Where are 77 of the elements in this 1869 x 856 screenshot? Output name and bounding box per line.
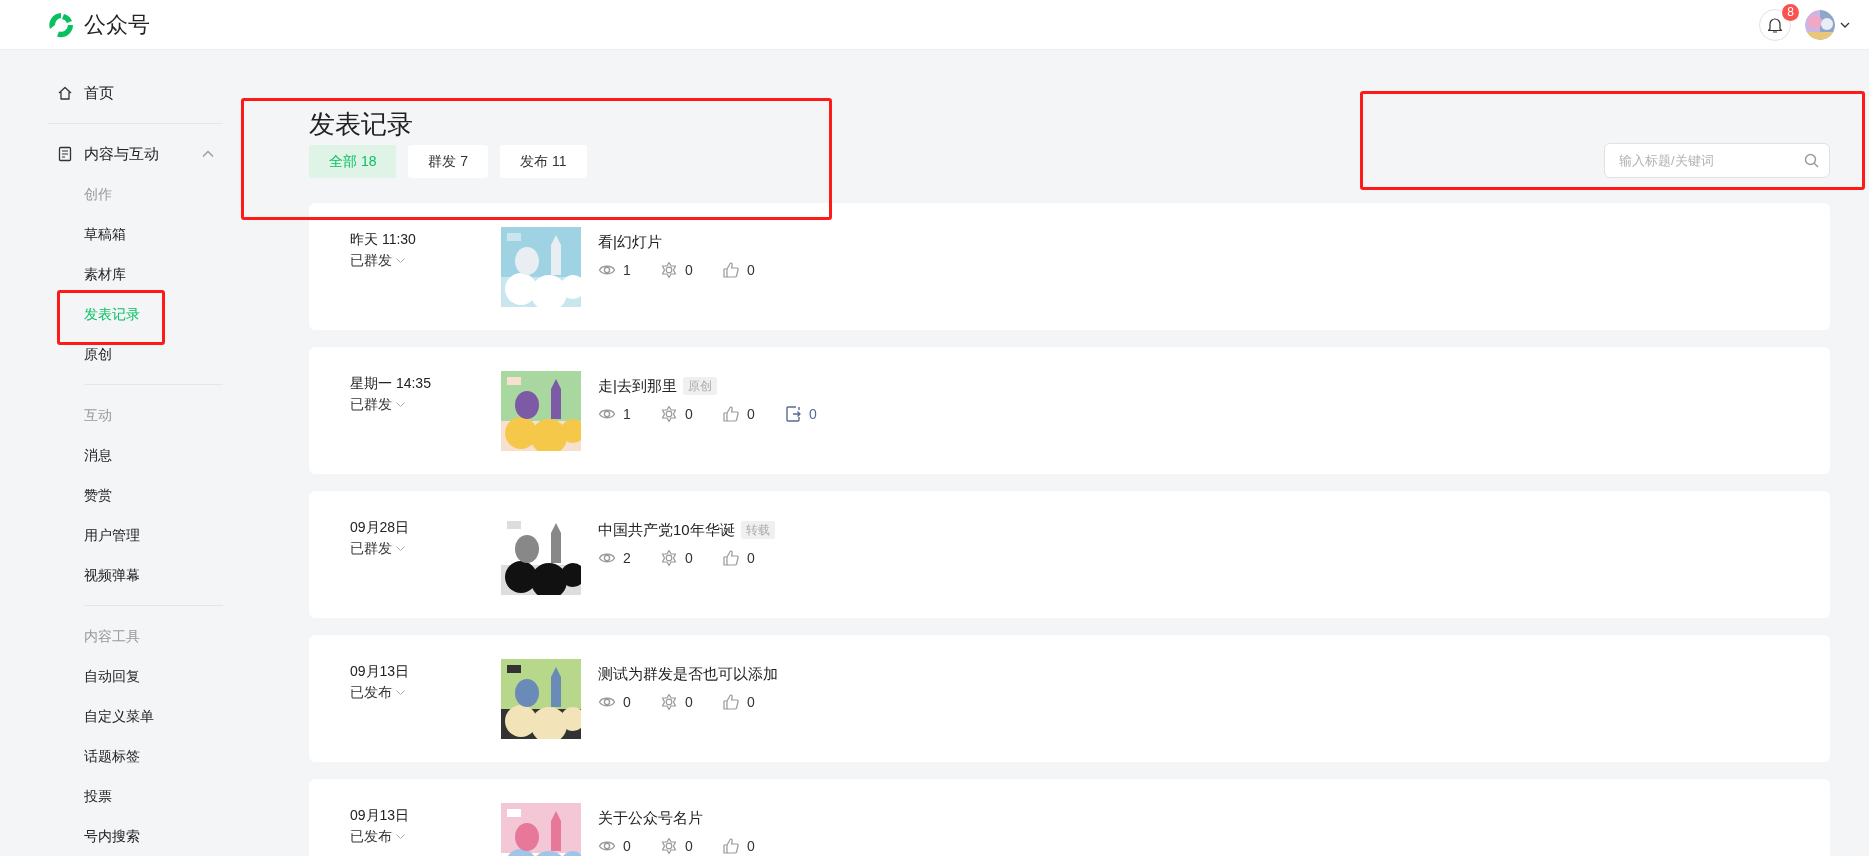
stat-count: 0 <box>685 262 693 278</box>
post-time: 09月13日 <box>350 806 411 825</box>
search-icon[interactable] <box>1804 153 1819 168</box>
status-dropdown[interactable]: 已群发 <box>350 249 406 271</box>
post-card[interactable]: 09月13日 已发布 关于公众号名片 0 0 0 <box>309 779 1830 856</box>
post-card[interactable]: 09月13日 已发布 测试为群发是否也可以添加 0 0 0 <box>309 635 1830 762</box>
share-icon <box>784 405 802 423</box>
brand-name: 公众号 <box>84 10 150 39</box>
post-time: 09月28日 <box>350 518 411 537</box>
status-dropdown[interactable]: 已群发 <box>350 393 406 415</box>
flower-icon <box>660 405 678 423</box>
status-dropdown[interactable]: 已群发 <box>350 537 406 559</box>
document-icon <box>57 146 73 162</box>
flower-icon <box>660 261 678 279</box>
thumbs-up-icon <box>722 837 740 855</box>
stat-count: 0 <box>685 406 693 422</box>
post-time: 09月13日 <box>350 662 411 681</box>
nav-item[interactable]: 自定义菜单 <box>48 696 223 736</box>
post-title[interactable]: 测试为群发是否也可以添加 <box>598 664 778 684</box>
nav-item[interactable]: 话题标签 <box>48 736 223 776</box>
filter-tab[interactable]: 发布 11 <box>500 145 587 178</box>
post-title[interactable]: 看|幻灯片 <box>598 232 662 252</box>
stat-count: 1 <box>623 262 631 278</box>
post-title[interactable]: 关于公众号名片 <box>598 808 703 828</box>
status-dropdown[interactable]: 已发布 <box>350 825 406 847</box>
section-title: 互动 <box>83 406 113 425</box>
nav-item[interactable]: 草稿箱 <box>48 214 223 254</box>
notification-badge: 8 <box>1782 3 1799 21</box>
thumbs-up-icon <box>722 405 740 423</box>
post-time: 昨天 11:30 <box>350 230 417 249</box>
nav-item[interactable]: 赞赏 <box>48 475 223 515</box>
thumbs-up-icon <box>722 693 740 711</box>
post-title[interactable]: 中国共产党10年华诞 <box>598 520 735 540</box>
stat-count: 0 <box>623 694 631 710</box>
status-dropdown[interactable]: 已发布 <box>350 681 406 703</box>
stat-count: 2 <box>623 550 631 566</box>
post-card[interactable]: 昨天 11:30 已群发 看|幻灯片 1 0 0 <box>309 203 1830 330</box>
stat-count: 0 <box>747 262 755 278</box>
page-title: 发表记录 <box>309 108 414 141</box>
nav-item[interactable]: 原创 <box>48 334 223 374</box>
stat-count: 0 <box>685 550 693 566</box>
section-title: 创作 <box>83 185 113 204</box>
post-tag: 原创 <box>682 377 717 395</box>
bell-icon <box>1766 15 1784 34</box>
filter-tab[interactable]: 群发 7 <box>408 145 489 178</box>
stat-count: 0 <box>747 550 755 566</box>
flower-icon <box>660 837 678 855</box>
flower-icon <box>660 693 678 711</box>
home-icon <box>57 85 73 101</box>
stat-count: 0 <box>747 838 755 854</box>
stat-count: 0 <box>685 694 693 710</box>
flower-icon <box>660 549 678 567</box>
section-title: 内容工具 <box>83 627 141 646</box>
nav-group-label[interactable]: 内容与互动 <box>84 144 159 164</box>
stat-count: 0 <box>809 406 817 422</box>
post-tag: 转载 <box>740 521 775 539</box>
post-card[interactable]: 09月28日 已群发 中国共产党10年华诞 转载 2 0 0 <box>309 491 1830 618</box>
post-time: 星期一 14:35 <box>350 374 432 393</box>
stat-count: 0 <box>685 838 693 854</box>
home-nav-item[interactable]: 首页 <box>48 73 223 113</box>
stat-count: 0 <box>747 406 755 422</box>
nav-item[interactable]: 视频弹幕 <box>48 555 223 595</box>
nav-item[interactable]: 号内搜索 <box>48 816 223 856</box>
nav-item[interactable]: 投票 <box>48 776 223 816</box>
post-card[interactable]: 星期一 14:35 已群发 走|去到那里 原创 1 0 0 0 <box>309 347 1830 474</box>
search-field[interactable]: 输入标题/关键词 <box>1604 143 1830 178</box>
stat-count: 0 <box>623 838 631 854</box>
nav-item[interactable]: 用户管理 <box>48 515 223 555</box>
nav-item[interactable]: 素材库 <box>48 254 223 294</box>
post-title[interactable]: 走|去到那里 <box>598 376 677 396</box>
logo-icon <box>48 11 74 38</box>
thumbs-up-icon <box>722 261 740 279</box>
stat-count: 1 <box>623 406 631 422</box>
nav-item[interactable]: 消息 <box>48 435 223 475</box>
thumbs-up-icon <box>722 549 740 567</box>
stat-count: 0 <box>747 694 755 710</box>
nav-item[interactable]: 自动回复 <box>48 656 223 696</box>
